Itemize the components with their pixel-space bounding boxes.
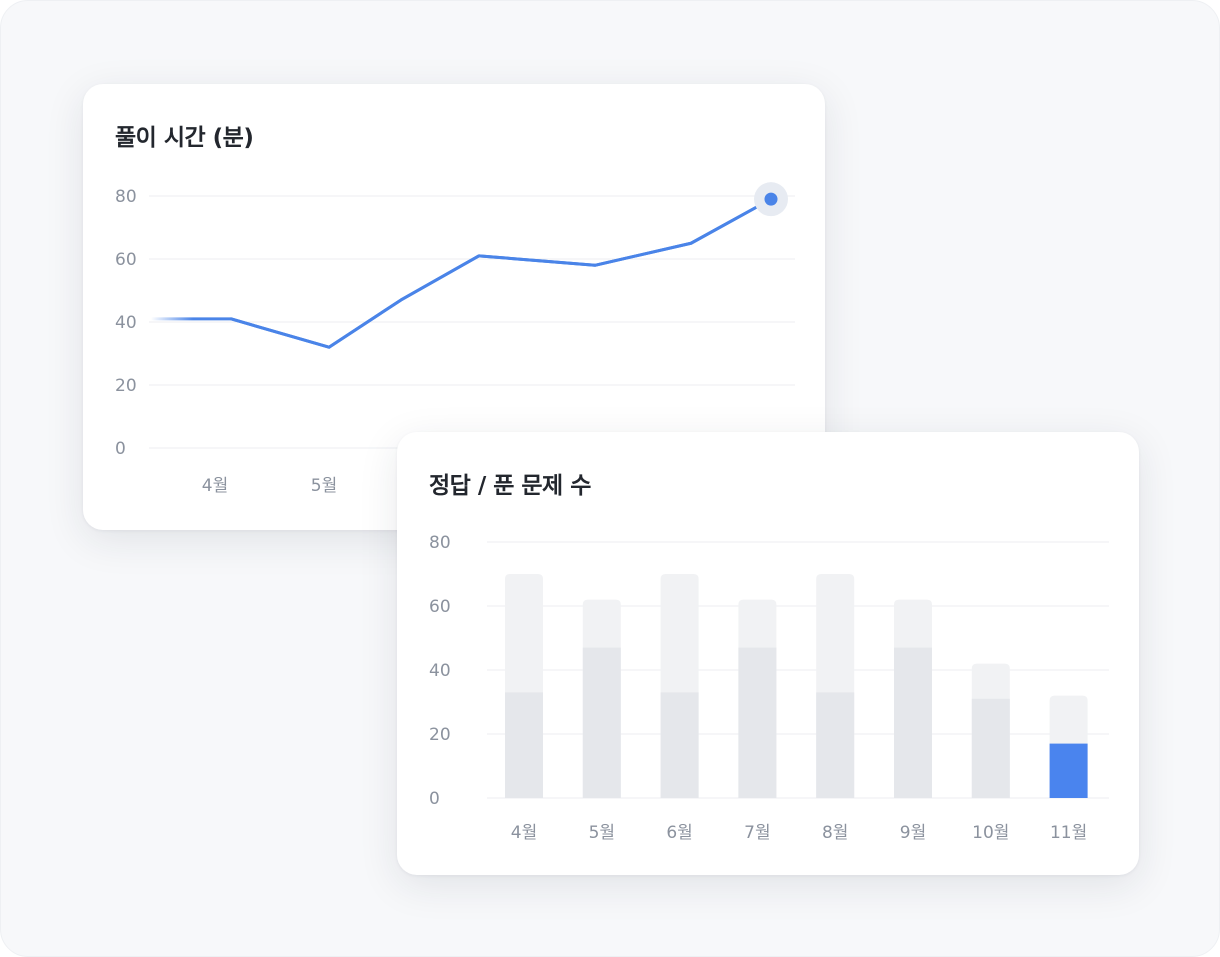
data-point: [764, 192, 778, 206]
x-tick-label: 10월: [972, 823, 1009, 843]
x-tick-label: 5월: [589, 823, 615, 843]
y-tick-label: 60: [429, 597, 451, 617]
background-panel: 풀이 시간 (분) 0 20 40 60 80 4월 5월 정답 / 푼 문제 수 0 20 4…: [0, 0, 1220, 957]
bar-correct: [894, 647, 932, 798]
bar-correct: [660, 692, 699, 798]
y-tick-label: 0: [115, 439, 126, 459]
bar-correct: [582, 647, 621, 798]
series-line: [149, 197, 773, 349]
y-tick-label: 40: [115, 313, 137, 333]
x-tick-label: 4월: [511, 823, 537, 843]
x-tick-label: 9월: [900, 823, 926, 843]
y-tick-label: 20: [115, 376, 137, 396]
x-tick-label: 4월: [202, 476, 228, 496]
series-line: [229, 197, 773, 349]
bar-correct: [816, 692, 855, 798]
bar-correct: [1049, 743, 1088, 798]
x-tick-label: 5월: [311, 476, 337, 496]
bar-correct: [971, 698, 1010, 798]
x-tick-label: 11월: [1050, 823, 1087, 843]
answers-chart: 0 20 40 60 80 4월 5월 6월 7월 8월 9월 10월 11월: [429, 533, 1109, 843]
bar-correct: [505, 692, 543, 798]
y-tick-label: 80: [429, 533, 451, 553]
y-tick-label: 60: [115, 250, 137, 270]
y-tick-label: 80: [115, 187, 137, 207]
answers-card: 정답 / 푼 문제 수 0 20 40 60 80 4월 5월 6월 7월 8월 9월 10월 11월: [397, 432, 1139, 875]
y-tick-label: 0: [429, 789, 440, 809]
x-tick-label: 6월: [666, 823, 692, 843]
x-tick-label: 8월: [822, 823, 848, 843]
y-tick-label: 40: [429, 661, 451, 681]
bar-correct: [738, 647, 777, 798]
y-tick-label: 20: [429, 725, 451, 745]
x-tick-label: 7월: [744, 823, 770, 843]
